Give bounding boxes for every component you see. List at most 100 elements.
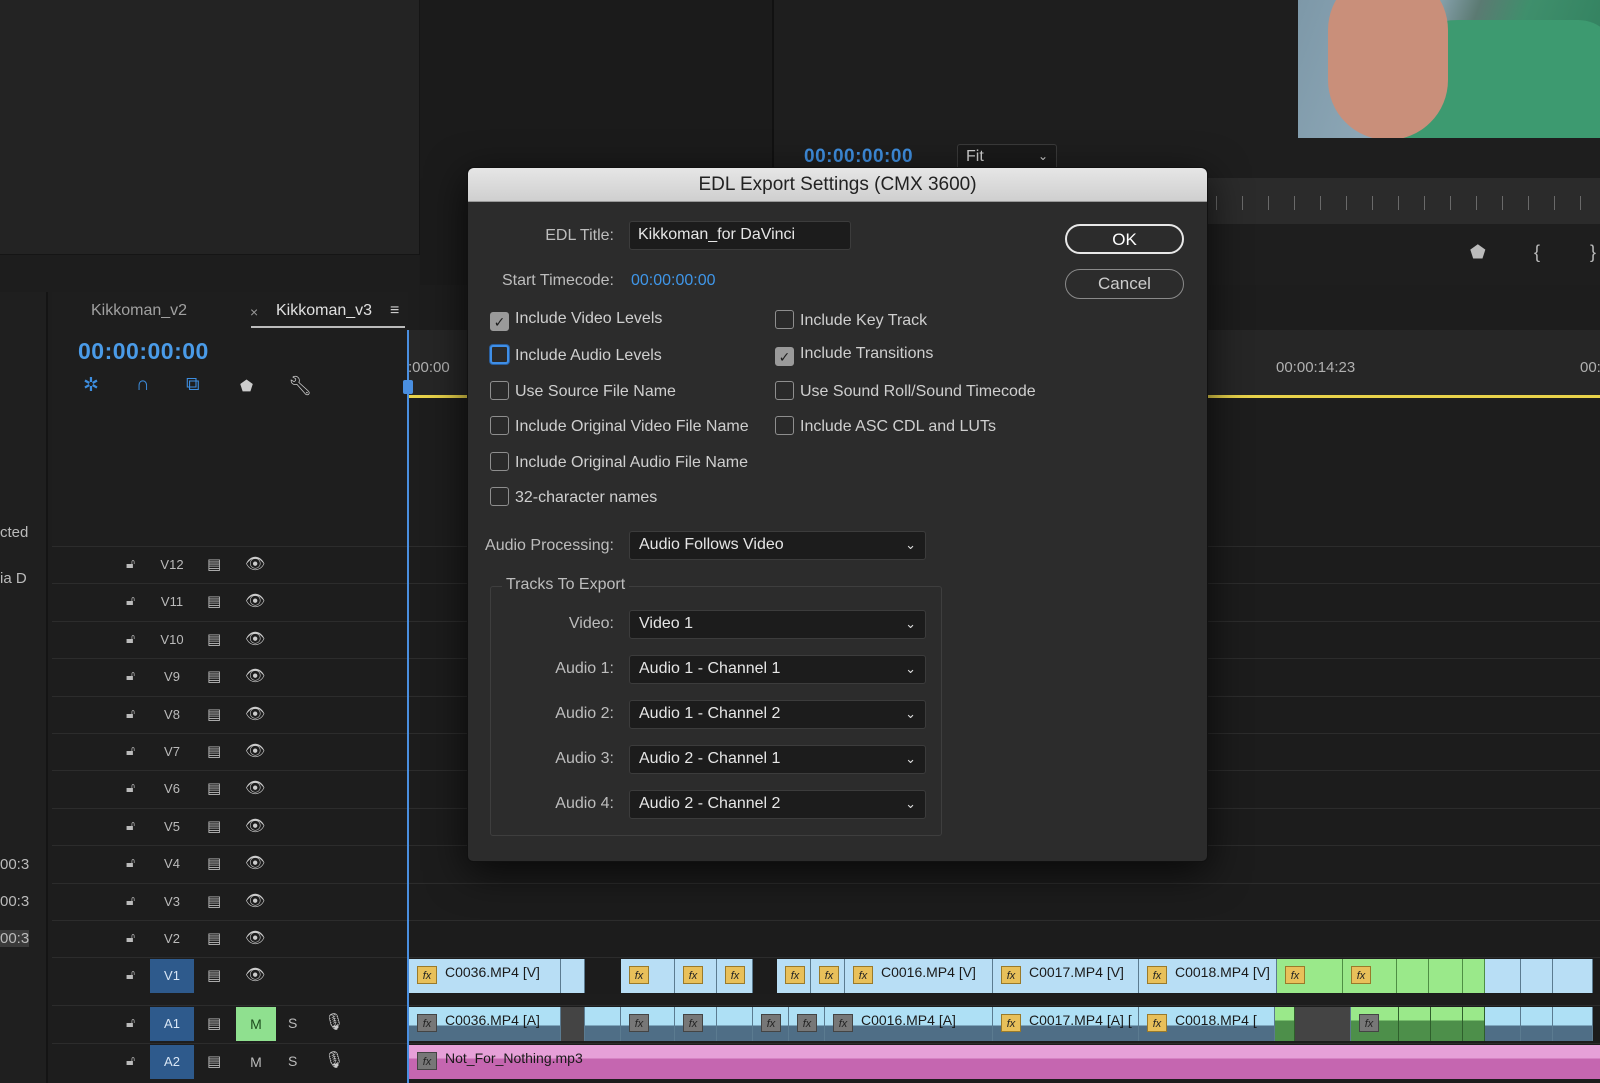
eye-icon[interactable]: 👁︎ <box>245 965 265 985</box>
track-area-v1[interactable]: fxC0036.MP4 [V]fxfxfxfxfxfxC0016.MP4 [V]… <box>408 958 1600 994</box>
track-target-v8[interactable]: V8 <box>150 698 194 732</box>
clip[interactable] <box>1295 1007 1351 1041</box>
clip[interactable]: fx <box>1351 1007 1399 1041</box>
lock-icon[interactable]: 🔓︎ <box>126 705 135 722</box>
track-target-v2[interactable]: V2 <box>150 922 194 956</box>
clip[interactable] <box>1463 959 1485 993</box>
clip[interactable]: fxC0016.MP4 [A] <box>825 1007 993 1041</box>
track-target-v12[interactable]: V12 <box>150 548 194 582</box>
ok-button[interactable]: OK <box>1065 224 1184 254</box>
clip[interactable]: fx <box>777 959 811 993</box>
clip[interactable]: fxC0036.MP4 [V] <box>409 959 561 993</box>
playhead-handle[interactable] <box>403 380 413 394</box>
add-marker-icon[interactable]: ⬟ <box>240 377 253 395</box>
track-area-a1[interactable]: fxC0036.MP4 [A]fxfxfxfxfxC0016.MP4 [A]fx… <box>408 1006 1600 1045</box>
clip[interactable]: fx <box>717 959 753 993</box>
fx-badge[interactable]: fx <box>833 1014 853 1032</box>
tab-kikkoman-v2[interactable]: Kikkoman_v2 <box>91 302 187 320</box>
lock-icon[interactable]: 🔓︎ <box>126 892 135 909</box>
clip[interactable] <box>717 1007 753 1041</box>
checkbox-right-3[interactable]: Include ASC CDL and LUTs <box>775 416 996 436</box>
sync-lock-icon[interactable]: ▤ <box>207 742 221 760</box>
lock-icon[interactable]: 🔓︎ <box>126 854 135 871</box>
lock-icon[interactable]: 🔓︎ <box>126 742 135 759</box>
clip[interactable]: fx <box>753 1007 789 1041</box>
checkbox-left-5[interactable]: 32-character names <box>490 487 657 507</box>
fx-badge[interactable]: fx <box>1351 966 1371 984</box>
sync-lock-icon[interactable]: ▤ <box>207 1014 221 1032</box>
checkbox-box[interactable] <box>490 487 509 506</box>
track-area-v2[interactable] <box>408 921 1600 957</box>
sync-lock-icon[interactable]: ▤ <box>207 667 221 685</box>
marker-icon[interactable]: ⬟ <box>1470 242 1486 263</box>
snap-magnet-icon[interactable]: ∩ <box>136 374 150 396</box>
checkbox-box[interactable] <box>490 452 509 471</box>
start-timecode-value[interactable]: 00:00:00:00 <box>631 272 716 290</box>
cancel-button[interactable]: Cancel <box>1065 269 1184 299</box>
eye-icon[interactable]: 👁︎ <box>245 928 265 948</box>
clip[interactable] <box>1553 959 1593 993</box>
microphone-icon[interactable]: 🎙︎ <box>324 1050 344 1070</box>
audio-processing-select[interactable]: Audio Follows Video ⌄ <box>629 531 926 560</box>
checkbox-left-4[interactable]: Include Original Audio File Name <box>490 452 748 472</box>
eye-icon[interactable]: 👁︎ <box>245 816 265 836</box>
fx-badge[interactable]: fx <box>1147 966 1167 984</box>
clip[interactable] <box>1399 1007 1431 1041</box>
sync-lock-icon[interactable]: ▤ <box>207 1052 221 1070</box>
checkbox-right-0[interactable]: Include Key Track <box>775 310 927 330</box>
checkbox-right-1[interactable]: ✓Include Transitions <box>775 345 933 366</box>
eye-icon[interactable]: 👁︎ <box>245 741 265 761</box>
lock-icon[interactable]: 🔓︎ <box>126 555 135 572</box>
track-target-v6[interactable]: V6 <box>150 772 194 806</box>
clip[interactable] <box>1275 1007 1295 1041</box>
track-target-v7[interactable]: V7 <box>150 735 194 769</box>
fx-badge[interactable]: fx <box>1001 966 1021 984</box>
program-timecode[interactable]: 00:00:00:00 <box>804 146 913 168</box>
fx-badge[interactable]: fx <box>725 966 745 984</box>
sync-lock-icon[interactable]: ▤ <box>207 892 221 910</box>
track-export-select[interactable]: Audio 2 - Channel 1⌄ <box>629 745 926 774</box>
sync-lock-icon[interactable]: ▤ <box>207 854 221 872</box>
lock-icon[interactable]: 🔓︎ <box>126 630 135 647</box>
sync-lock-icon[interactable]: ▤ <box>207 630 221 648</box>
clip[interactable]: fx <box>789 1007 825 1041</box>
clip[interactable]: fxC0017.MP4 [A] [ <box>993 1007 1139 1041</box>
fx-badge[interactable]: fx <box>853 966 873 984</box>
track-target-v1[interactable]: V1 <box>150 959 194 993</box>
clip[interactable] <box>1431 1007 1463 1041</box>
fx-badge[interactable]: fx <box>629 1014 649 1032</box>
linked-selection-icon[interactable]: ⧉ <box>186 374 200 396</box>
lock-icon[interactable]: 🔓︎ <box>126 1014 135 1031</box>
lock-icon[interactable]: 🔓︎ <box>126 929 135 946</box>
fx-badge[interactable]: fx <box>1001 1014 1021 1032</box>
sync-lock-icon[interactable]: ▤ <box>207 705 221 723</box>
checkbox-left-3[interactable]: Include Original Video File Name <box>490 416 749 436</box>
clip[interactable]: fx <box>621 959 675 993</box>
checkbox-box[interactable]: ✓ <box>775 347 794 366</box>
eye-icon[interactable]: 👁︎ <box>245 778 265 798</box>
checkbox-right-2[interactable]: Use Sound Roll/Sound Timecode <box>775 381 1036 401</box>
eye-icon[interactable]: 👁︎ <box>245 891 265 911</box>
fx-badge[interactable]: fx <box>417 1052 437 1070</box>
track-export-select[interactable]: Audio 1 - Channel 2⌄ <box>629 700 926 729</box>
clip[interactable]: fxC0017.MP4 [V] <box>993 959 1139 993</box>
track-target-a1[interactable]: A1 <box>150 1007 194 1041</box>
checkbox-left-2[interactable]: Use Source File Name <box>490 381 676 401</box>
fx-badge[interactable]: fx <box>683 1014 703 1032</box>
clip[interactable]: fx <box>1343 959 1397 993</box>
clip[interactable] <box>585 1007 621 1041</box>
clip[interactable] <box>561 1007 585 1041</box>
checkbox-box[interactable] <box>490 345 509 364</box>
solo-button[interactable]: S <box>288 1015 297 1031</box>
out-point-icon[interactable]: } <box>1590 242 1596 263</box>
fx-badge[interactable]: fx <box>819 966 839 984</box>
wrench-icon[interactable]: 🔧︎ <box>288 374 312 398</box>
sync-lock-icon[interactable]: ▤ <box>207 555 221 573</box>
lock-icon[interactable]: 🔓︎ <box>126 1052 135 1069</box>
playhead[interactable] <box>407 330 409 1083</box>
clip[interactable] <box>1521 959 1553 993</box>
track-target-v5[interactable]: V5 <box>150 810 194 844</box>
close-icon[interactable]: × <box>250 304 258 320</box>
clip[interactable]: fx <box>811 959 845 993</box>
fx-badge[interactable]: fx <box>785 966 805 984</box>
